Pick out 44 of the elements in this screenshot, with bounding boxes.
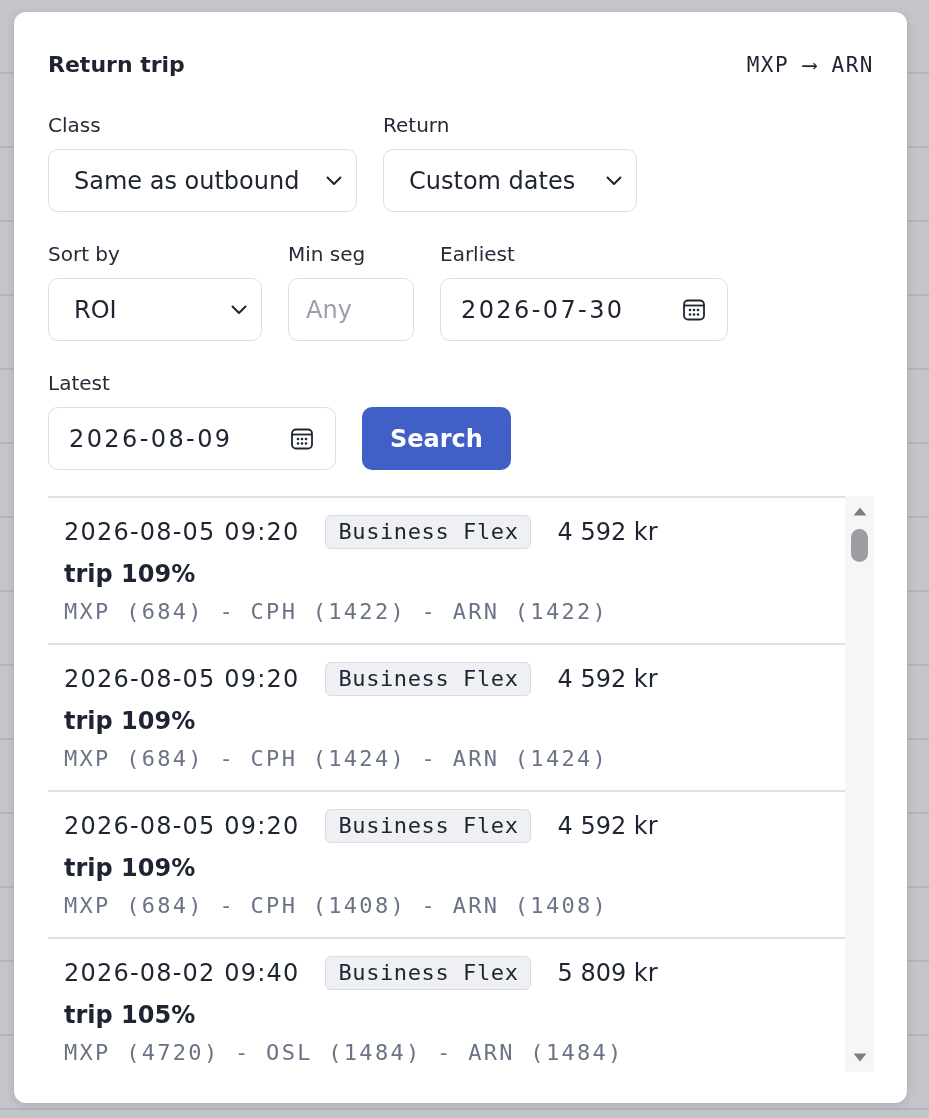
date-field[interactable]: 2026-08-09 [48, 407, 336, 470]
field-label: Latest [48, 371, 111, 395]
route-text: MXP (684) - CPH (1424) - ARN (1424) [64, 745, 610, 773]
dialog-title: Return trip [48, 51, 185, 79]
chevron-down-icon [326, 175, 342, 186]
trip-score: trip 109% [64, 706, 197, 737]
fare-tag: Business Flex [325, 809, 532, 843]
dropdown-select[interactable]: ROI [48, 278, 262, 341]
trip-score: trip 109% [64, 559, 197, 590]
scrollbar-track[interactable] [845, 496, 874, 1072]
departure-time: 2026-08-02 09:40 [64, 958, 300, 989]
field-label: Min seg [288, 242, 367, 266]
chevron-down-icon [231, 304, 247, 315]
calendar-icon [291, 427, 313, 450]
field-label: Return [383, 113, 451, 137]
field-label: Sort by [48, 242, 121, 266]
chevron-down-icon [606, 175, 622, 186]
number-field[interactable]: Any [288, 278, 414, 341]
dropdown-select[interactable]: Same as outbound [48, 149, 357, 212]
scroll-down-icon [852, 1053, 867, 1062]
field-label: Earliest [440, 242, 516, 266]
fare-tag: Business Flex [325, 515, 532, 549]
calendar-icon [683, 298, 705, 321]
price-text: 4 592 kr [557, 517, 658, 548]
fare-tag: Business Flex [325, 662, 532, 696]
fare-tag: Business Flex [325, 956, 532, 990]
price-text: 5 809 kr [557, 958, 658, 989]
price-text: 4 592 kr [557, 811, 658, 842]
departure-time: 2026-08-05 09:20 [64, 811, 300, 842]
trip-score: trip 109% [64, 853, 197, 884]
search-button[interactable]: Search [362, 407, 511, 470]
departure-time: 2026-08-05 09:20 [64, 664, 300, 695]
route-code: MXP ⟶ ARN [746, 52, 874, 79]
dropdown-select[interactable]: Custom dates [383, 149, 637, 212]
departure-time: 2026-08-05 09:20 [64, 517, 300, 548]
scroll-up-icon [852, 507, 867, 516]
scrollbar-thumb[interactable] [851, 529, 868, 562]
route-text: MXP (684) - CPH (1422) - ARN (1422) [64, 598, 610, 626]
route-text: MXP (684) - CPH (1408) - ARN (1408) [64, 892, 610, 920]
price-text: 4 592 kr [557, 664, 658, 695]
date-field[interactable]: 2026-07-30 [440, 278, 728, 341]
route-text: MXP (4720) - OSL (1484) - ARN (1484) [64, 1039, 625, 1067]
trip-score: trip 105% [64, 1000, 197, 1031]
field-label: Class [48, 113, 102, 137]
